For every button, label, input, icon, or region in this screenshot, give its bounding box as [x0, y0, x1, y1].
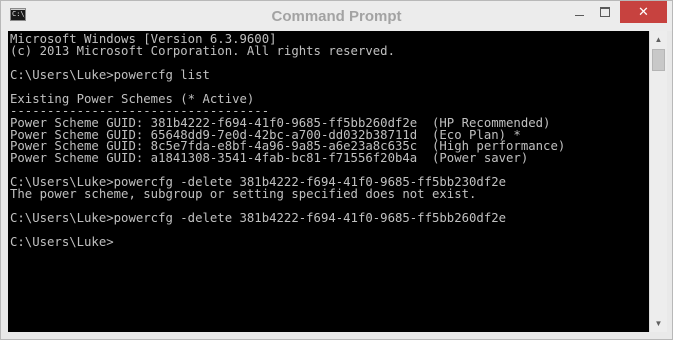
title-bar[interactable]: C:\_ Command Prompt ✕: [1, 1, 672, 31]
console-text: Microsoft Windows [Version 6.3.9600] (c) …: [8, 31, 649, 249]
close-icon: ✕: [638, 4, 649, 20]
maximize-button[interactable]: [592, 1, 618, 23]
scroll-up-arrow-icon[interactable]: ▲: [650, 31, 667, 48]
console-line: C:\Users\Luke>powercfg -delete 381b4222-…: [10, 211, 507, 226]
minimize-button[interactable]: [566, 1, 592, 23]
close-button[interactable]: ✕: [620, 1, 667, 23]
console-line: C:\Users\Luke>powercfg list: [10, 67, 210, 82]
command-prompt-window: C:\_ Command Prompt ✕ Microsoft Windows …: [0, 0, 673, 340]
console-line: (c) 2013 Microsoft Corporation. All righ…: [10, 43, 395, 58]
console-line: The power scheme, subgroup or setting sp…: [10, 187, 477, 202]
vertical-scrollbar[interactable]: ▲ ▼: [649, 31, 667, 332]
maximize-icon: [600, 7, 610, 17]
scroll-down-arrow-icon[interactable]: ▼: [650, 315, 667, 332]
console-output[interactable]: Microsoft Windows [Version 6.3.9600] (c) …: [8, 31, 649, 332]
console-line: Power Scheme GUID: a1841308-3541-4fab-bc…: [10, 151, 529, 166]
scroll-thumb[interactable]: [652, 49, 665, 71]
minimize-icon: [574, 14, 584, 16]
console-line: C:\Users\Luke>: [10, 234, 114, 249]
